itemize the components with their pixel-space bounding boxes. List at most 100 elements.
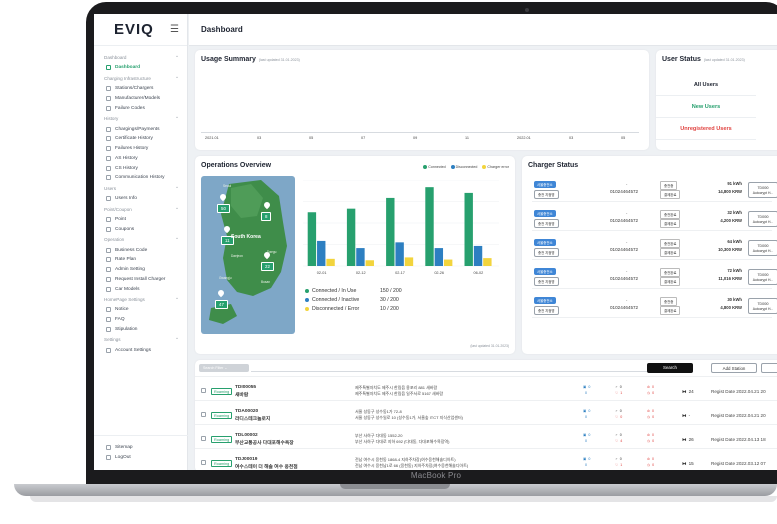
sidebar-item[interactable]: Stipulation: [94, 325, 187, 335]
charger-id-box[interactable]: TDI000 Autocrypt H...: [748, 182, 777, 198]
sidebar-item[interactable]: Account Settings: [94, 345, 187, 355]
row-checkbox[interactable]: [201, 412, 206, 417]
legend-label: Charger error: [487, 165, 509, 169]
search-input[interactable]: [251, 364, 647, 372]
energy-kwh: 91 kWh: [727, 181, 742, 186]
user-status-row[interactable]: Unregistered Users: [656, 118, 756, 140]
sidebar-item[interactable]: Certificate History: [94, 134, 187, 144]
phone-dash: -: [626, 268, 628, 273]
sidebar-section-label: Operation: [104, 237, 125, 243]
row-checkbox[interactable]: [201, 460, 206, 465]
sidebar-item[interactable]: Dashboard: [94, 63, 187, 73]
add-station-button[interactable]: Add Station: [711, 363, 757, 373]
search-filter-dropdown[interactable]: Search Filter ⌄: [199, 364, 249, 372]
charger-id-box[interactable]: TDI000 Autocrypt H...: [748, 269, 777, 285]
operations-title: Operations Overview: [201, 162, 272, 169]
regist-date: Regist Date 2022.04.21 20: [711, 389, 766, 394]
connector-count: ⧓ 15: [682, 461, 694, 467]
station-badge: 서울충전소: [534, 239, 556, 246]
energy-kwh: 72 kWh: [727, 268, 742, 273]
count-value: 0: [619, 385, 622, 389]
connector-count: ⧓ 24: [682, 389, 694, 395]
sidebar-item[interactable]: Communication History: [94, 173, 187, 183]
sidebar-item[interactable]: CS History: [94, 163, 187, 173]
status-icon: ▣: [583, 457, 587, 461]
sidebar-item-label: Rate Plan: [115, 257, 137, 263]
chevron-up-icon[interactable]: ⌃: [175, 55, 179, 61]
phone-number: 01024464572: [610, 276, 639, 281]
sidebar-bottom-item[interactable]: LogOut: [94, 452, 188, 462]
map-region-label: South Korea: [231, 234, 261, 240]
row-checkbox[interactable]: [201, 436, 206, 441]
sidebar-section-title: Users ⌃: [94, 183, 187, 194]
charge-state: 충전중: [660, 297, 678, 306]
charger-row[interactable]: 서울충전소 충전 지점명 - 01024464572 충전중 결제완료 30 kWh 4,80…: [532, 294, 777, 318]
sidebar-item[interactable]: Notice: [94, 305, 187, 315]
sidebar-item[interactable]: AS History: [94, 153, 187, 163]
charger-id-box[interactable]: TDI000 Autocrypt H...: [748, 240, 777, 256]
charge-state: 충전중: [660, 181, 678, 190]
row-checkbox[interactable]: [201, 388, 206, 393]
plug-icon: ⧓: [682, 437, 687, 442]
sidebar-item[interactable]: Failure Codes: [94, 103, 187, 113]
menu-icon[interactable]: ☰: [170, 24, 179, 35]
charger-row[interactable]: 서울충전소 충전 지점명 - 01024464572 충전완료 결제완료 64 kWh 10,…: [532, 236, 777, 260]
charger-vendor: Autocrypt H...: [752, 220, 774, 224]
chevron-up-icon[interactable]: ⌃: [175, 116, 179, 122]
sidebar-item[interactable]: Request Install Charger: [94, 275, 187, 285]
x-tick-label: 02-17: [395, 271, 405, 275]
extra-button[interactable]: [761, 363, 777, 373]
user-status-list: All Users New Users Unregistered Users: [656, 74, 756, 140]
sidebar-item[interactable]: Manufacturer/Models: [94, 94, 187, 104]
sidebar-item[interactable]: FAQ: [94, 315, 187, 325]
charger-row[interactable]: 서울충전소 충전 지점명 - 01024464572 충전중 결제완료 91 kWh 14,8…: [532, 178, 777, 202]
status-icon: ◷: [647, 439, 651, 443]
sidebar-item-label: AS History: [115, 155, 138, 161]
menu-item-icon: [106, 226, 111, 232]
sidebar-item[interactable]: Car Models: [94, 284, 187, 294]
chevron-up-icon[interactable]: ⌃: [175, 186, 179, 192]
charger-id-box[interactable]: TDI000 Autocrypt H...: [748, 211, 777, 227]
charger-vendor: Autocrypt H...: [752, 249, 774, 253]
chevron-up-icon[interactable]: ⌃: [175, 297, 179, 303]
status-count: ▣ 0: [583, 385, 590, 389]
sidebar-item[interactable]: Coupons: [94, 224, 187, 234]
count-value: 0: [652, 385, 655, 389]
chevron-up-icon[interactable]: ⌃: [175, 337, 179, 343]
search-button[interactable]: Search: [647, 363, 693, 373]
legend-item: Charger error: [482, 165, 509, 170]
charger-id-box[interactable]: TDI000 Autocrypt H...: [748, 298, 777, 314]
charger-row[interactable]: 서울충전소 충전 지점명 - 01024464572 충전완료 결제완료 32 kWh 4,2…: [532, 207, 777, 231]
sitemap-icon: [106, 444, 111, 450]
sidebar-item[interactable]: Rate Plan: [94, 255, 187, 265]
address-line: 전남 여수시 웅천남1로 66 (웅천동) 지하주차장(여수웅천해솔디아트): [355, 463, 469, 468]
sidebar-item[interactable]: Point: [94, 215, 187, 225]
chevron-up-icon[interactable]: ⌃: [175, 237, 179, 243]
sidebar-item[interactable]: Chargings/Payments: [94, 124, 187, 134]
charger-row[interactable]: 서울충전소 충전 지점명 - 01024464572 충전완료 결제완료 72 kWh 11,…: [532, 265, 777, 289]
user-status-row[interactable]: New Users: [656, 96, 756, 118]
station-name: 새바람: [235, 393, 249, 398]
menu-item-icon: [106, 347, 111, 353]
sidebar-item[interactable]: Stations/Chargers: [94, 84, 187, 94]
user-status-row[interactable]: All Users: [656, 74, 756, 96]
sidebar-item[interactable]: Users Info: [94, 194, 187, 204]
usage-xtick: 2022.01: [517, 136, 531, 140]
operations-updated: (last updated 31.01.2023): [470, 344, 509, 348]
logo-row: EVIQ ☰: [94, 14, 187, 46]
chevron-up-icon[interactable]: ⌃: [175, 207, 179, 213]
status-icon: ◷: [647, 415, 651, 419]
bar-connected: [386, 197, 395, 266]
count-value: 0: [585, 463, 587, 467]
station-name: 라디스테크놀로지: [235, 417, 271, 422]
sidebar-bottom-item[interactable]: Sitemap: [94, 442, 188, 452]
sidebar-item[interactable]: Admin Setting: [94, 265, 187, 275]
sidebar-item[interactable]: Failures History: [94, 144, 187, 154]
sidebar-item[interactable]: Business Code: [94, 245, 187, 255]
chevron-up-icon[interactable]: ⌃: [175, 76, 179, 82]
menu-item-icon: [106, 286, 111, 292]
station-row[interactable]: Roaming TDJ00019 여수스테이 더 해솔 여수 웅천점 전남 여수시 웅…: [195, 448, 777, 470]
sidebar-section-title: Dashboard ⌃: [94, 52, 187, 63]
amount-krw: 11,016 KRW: [718, 276, 742, 281]
sidebar-section-label: Charging Infrastructure: [104, 75, 151, 81]
